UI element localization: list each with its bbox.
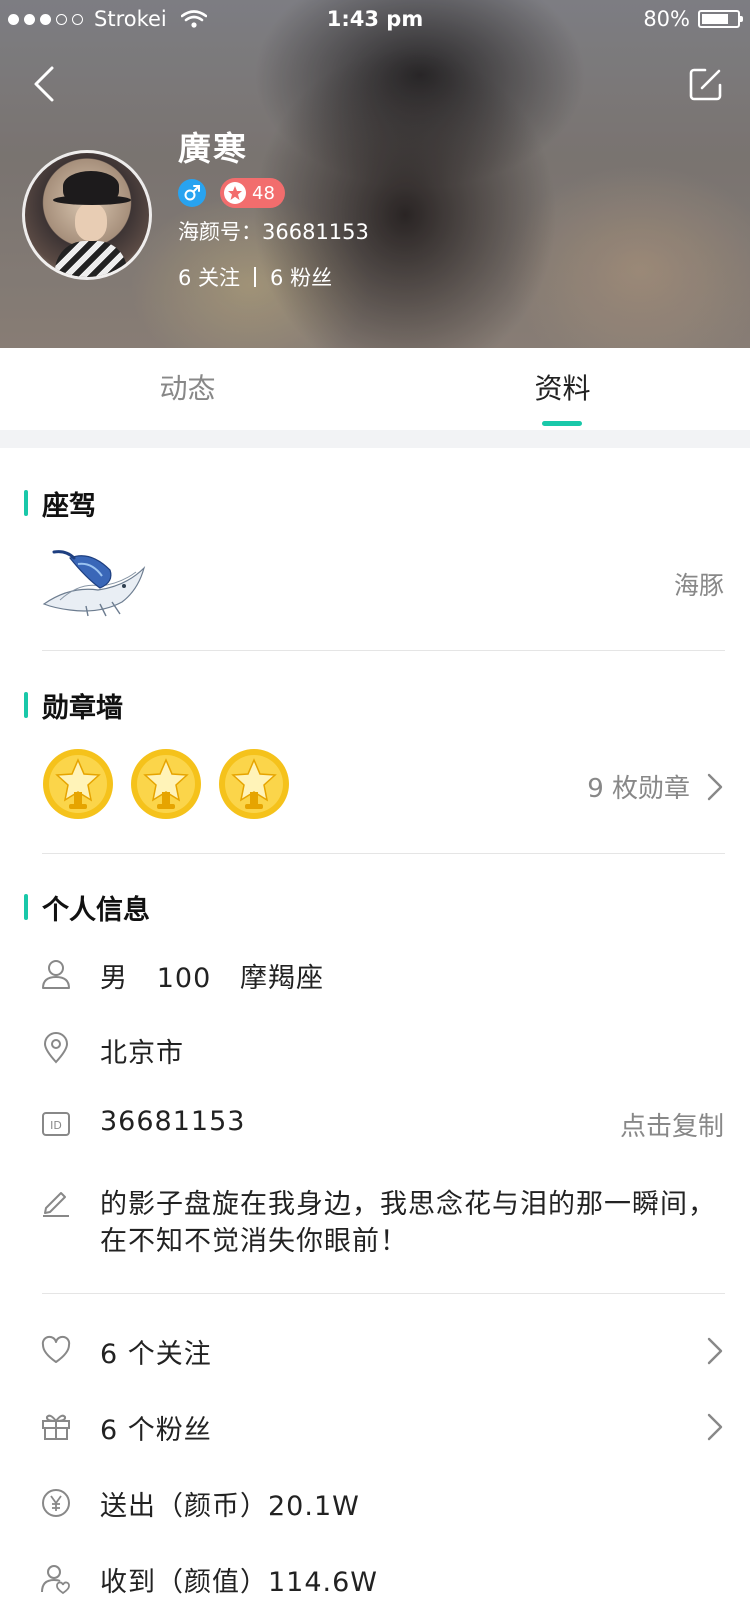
edit-icon[interactable] <box>688 66 724 102</box>
medal-count-link[interactable]: 9 枚勋章 <box>587 768 690 805</box>
yen-coin-icon <box>42 1489 70 1517</box>
chevron-left-icon[interactable] <box>28 62 64 106</box>
tab-profile[interactable]: 资料 <box>375 348 750 430</box>
star-icon <box>224 182 246 204</box>
personal-info-section-title: 个人信息 <box>24 888 150 927</box>
following-list-link[interactable]: 6 个关注 <box>100 1332 212 1371</box>
avatar[interactable] <box>22 150 152 280</box>
status-bar: Strokei 1:43 pm 80% <box>0 0 750 40</box>
tab-bar: 动态 资料 <box>0 348 750 430</box>
bio-text: 的影子盘旋在我身边，我思念花与泪的那一瞬间，在不知不觉消失你眼前！ <box>100 1189 716 1257</box>
level-badge: 48 <box>220 178 285 208</box>
male-icon <box>178 179 206 207</box>
gift-icon <box>42 1414 70 1440</box>
chevron-right-icon[interactable] <box>706 772 724 802</box>
pencil-icon <box>43 1192 69 1217</box>
battery-level <box>702 14 729 24</box>
gold-star-medal-icon[interactable] <box>218 748 290 820</box>
divider <box>42 1293 725 1294</box>
status-time: 1:43 pm <box>326 7 424 31</box>
level-value: 48 <box>252 182 275 204</box>
id-number: 36681153 <box>100 1106 246 1137</box>
basic-info: 男 100 摩羯座 <box>100 963 325 994</box>
vehicle-section-title: 座驾 <box>24 484 96 523</box>
svg-text:ID: ID <box>50 1119 62 1132</box>
active-tab-indicator <box>542 421 582 426</box>
chevron-right-icon[interactable] <box>706 1412 724 1442</box>
heart-icon <box>41 1335 71 1363</box>
received-charm: 收到（颜值）114.6W <box>100 1567 378 1598</box>
copy-id-button[interactable]: 点击复制 <box>620 1106 724 1143</box>
gold-star-medal-icon[interactable] <box>130 748 202 820</box>
followers-count[interactable]: 6 粉丝 <box>270 262 332 292</box>
followers-list-link[interactable]: 6 个粉丝 <box>100 1408 212 1447</box>
id-card-icon: ID <box>42 1112 70 1136</box>
vehicle-name: 海豚 <box>673 571 724 600</box>
battery-icon <box>698 10 743 28</box>
sent-coins: 送出（颜币）20.1W <box>100 1491 360 1522</box>
stats-separator <box>254 267 257 287</box>
user-icon <box>42 960 70 989</box>
chevron-right-icon[interactable] <box>706 1336 724 1366</box>
whale-vehicle-icon[interactable] <box>40 546 148 618</box>
battery-status: 80% <box>643 7 743 31</box>
medal-section-title: 勋章墙 <box>24 686 123 725</box>
profile-name: 廣寒 <box>178 129 248 168</box>
user-heart-icon <box>41 1565 70 1595</box>
location-pin-icon <box>43 1032 69 1064</box>
divider <box>42 853 725 854</box>
follow-stats: 6 关注 6 粉丝 <box>178 262 332 292</box>
profile-id: 海颜号：36681153 <box>178 220 369 244</box>
divider <box>42 650 725 651</box>
section-gap <box>0 430 750 448</box>
following-count[interactable]: 6 关注 <box>178 262 240 292</box>
battery-percent: 80% <box>643 7 690 31</box>
profile-header: Strokei 1:43 pm 80% 廣寒 48 海颜号：36681153 6… <box>0 0 750 348</box>
gold-star-medal-icon[interactable] <box>42 748 114 820</box>
location-text: 北京市 <box>100 1038 184 1069</box>
tab-posts[interactable]: 动态 <box>0 348 375 430</box>
